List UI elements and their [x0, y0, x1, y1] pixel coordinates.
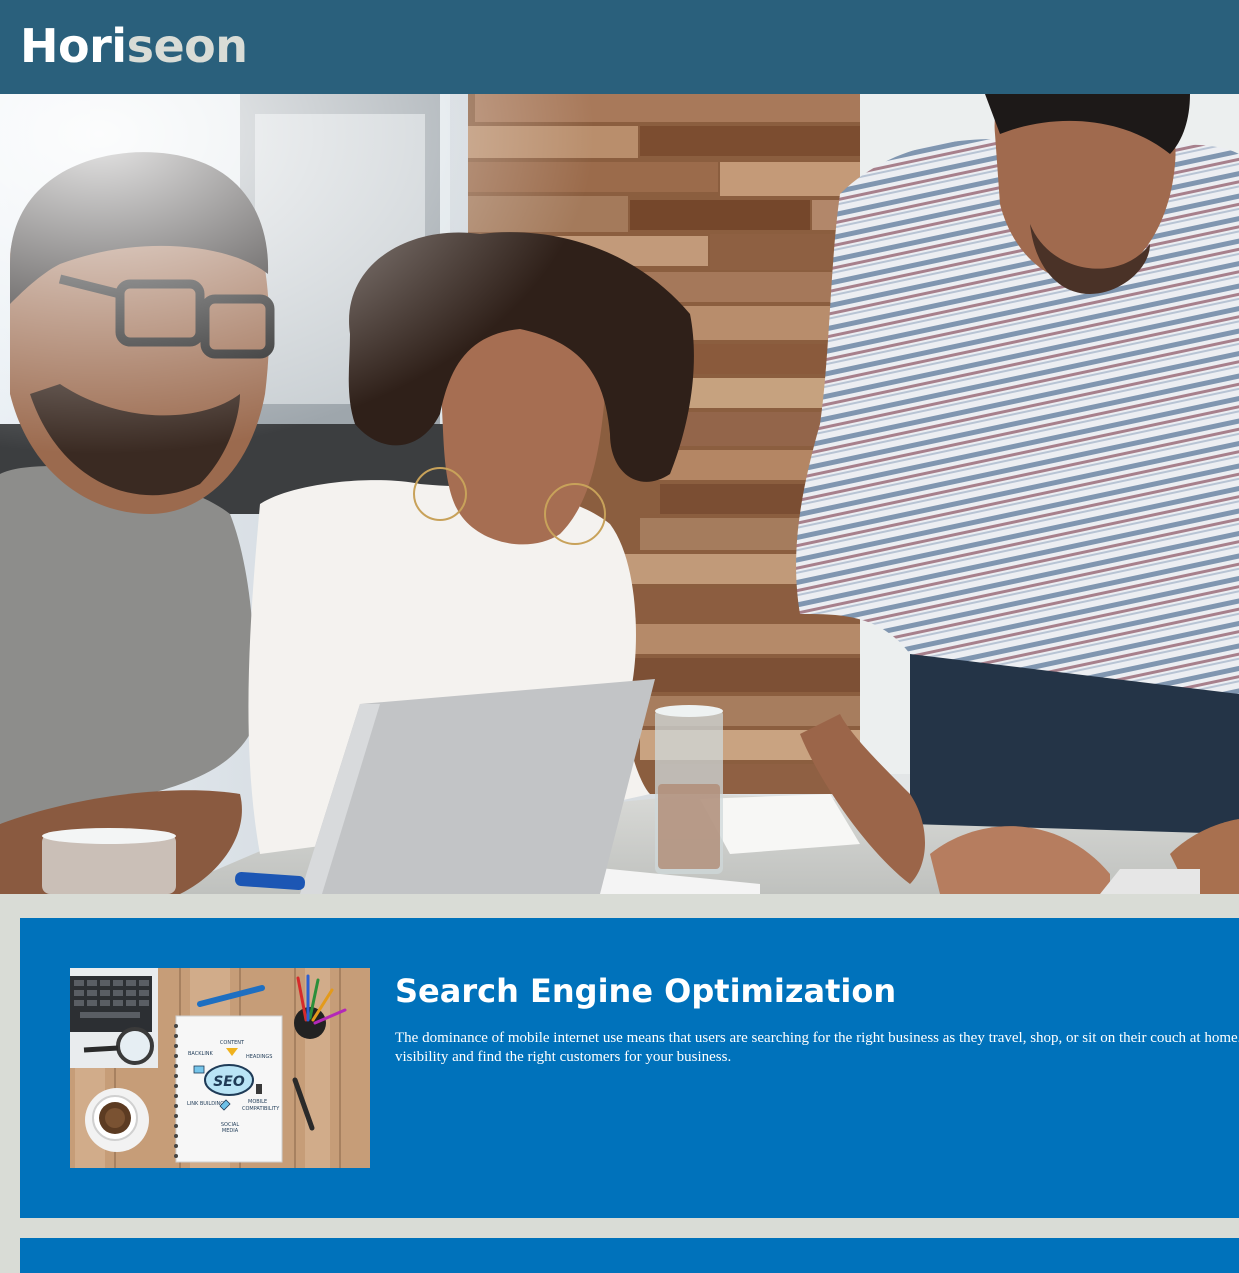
- seo-image: SEO CONTENT BACKLINK HEADINGS LINK BUILD…: [70, 968, 370, 1168]
- seo-label-content: CONTENT: [220, 1040, 245, 1046]
- seo-heading: Search Engine Optimization: [395, 972, 897, 1010]
- site-header: Horiseon: [0, 0, 1239, 94]
- seo-label-mobile: MOBILE: [248, 1099, 267, 1105]
- seo-description: The dominance of mobile internet use mea…: [395, 1030, 1239, 1065]
- seo-section: SEO CONTENT BACKLINK HEADINGS LINK BUILD…: [20, 918, 1239, 1218]
- logo-part-seon: seon: [126, 19, 248, 73]
- seo-label-link-building: LINK BUILDING: [187, 1101, 224, 1107]
- hero-image: [0, 94, 1239, 894]
- seo-label-media: MEDIA: [222, 1128, 239, 1134]
- seo-notebook-icon: SEO CONTENT BACKLINK HEADINGS LINK BUILD…: [70, 968, 370, 1168]
- seo-label-backlink: BACKLINK: [188, 1051, 214, 1057]
- seo-center-label: SEO: [213, 1074, 245, 1090]
- next-section: [20, 1238, 1239, 1273]
- seo-label-compatibility: COMPATIBILITY: [242, 1106, 280, 1112]
- seo-label-headings: HEADINGS: [246, 1054, 272, 1060]
- site-logo[interactable]: Horiseon: [20, 18, 248, 74]
- logo-part-hori: Hori: [20, 19, 127, 73]
- office-team-photo-icon: [0, 94, 1239, 894]
